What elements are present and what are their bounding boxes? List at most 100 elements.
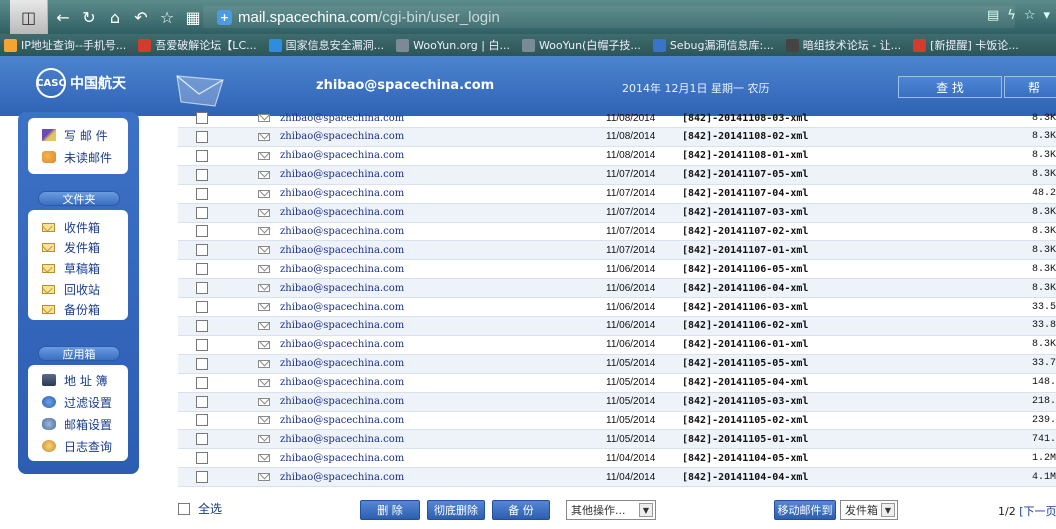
row-checkbox[interactable] <box>196 338 208 351</box>
apps-grid-icon[interactable]: ▦ <box>182 6 204 28</box>
row-checkbox[interactable] <box>196 149 208 162</box>
table-row[interactable]: zhibao@spacechina.com 11/05/2014 [842]-201… <box>178 374 1056 393</box>
bookmark-star-icon[interactable]: ☆ <box>1024 8 1036 23</box>
row-checkbox[interactable] <box>196 112 208 124</box>
table-row[interactable]: zhibao@spacechina.com 11/06/2014 [842]-201… <box>178 260 1056 280</box>
bookmark-item[interactable]: Sebug漏洞信息库:... <box>652 37 774 53</box>
row-from[interactable]: zhibao@spacechina.com <box>280 434 404 445</box>
other-ops-select[interactable]: 其他操作... ▼ <box>566 500 656 520</box>
search-button[interactable]: 查 找 <box>898 76 1002 98</box>
select-all[interactable]: 全选 <box>178 500 222 517</box>
table-row[interactable]: zhibao@spacechina.com 11/07/2014 [842]-201… <box>178 222 1056 242</box>
row-checkbox[interactable] <box>196 282 208 295</box>
table-row[interactable]: zhibao@spacechina.com 11/07/2014 [842]-201… <box>178 185 1056 204</box>
sidebar-item-unread[interactable]: 未读邮件 <box>42 148 112 166</box>
row-subject[interactable]: [842]-20141105-01-xml <box>682 434 808 445</box>
row-from[interactable]: zhibao@spacechina.com <box>280 188 404 199</box>
table-row[interactable]: zhibao@spacechina.com 11/06/2014 [842]-201… <box>178 298 1056 317</box>
row-checkbox[interactable] <box>196 414 208 427</box>
row-checkbox[interactable] <box>196 319 208 332</box>
sidebar-item-trash[interactable]: 回收站 <box>42 280 100 298</box>
lightning-icon[interactable]: ϟ <box>1007 8 1016 23</box>
row-from[interactable]: zhibao@spacechina.com <box>280 415 404 426</box>
bookmark-item[interactable]: WooYun(白帽子技... <box>521 37 641 53</box>
table-row[interactable]: zhibao@spacechina.com 11/05/2014 [842]-201… <box>178 430 1056 450</box>
row-subject[interactable]: [842]-20141106-01-xml <box>682 339 808 350</box>
row-subject[interactable]: [842]-20141108-02-xml <box>682 131 808 142</box>
address-bar[interactable]: + mail.spacechina.com /cgi-bin/user_logi… <box>203 6 1015 28</box>
table-row[interactable]: zhibao@spacechina.com 11/05/2014 [842]-201… <box>178 354 1056 374</box>
row-checkbox[interactable] <box>196 376 208 389</box>
table-row[interactable]: zhibao@spacechina.com 11/06/2014 [842]-201… <box>178 336 1056 355</box>
row-from[interactable]: zhibao@spacechina.com <box>280 396 404 407</box>
row-subject[interactable]: [842]-20141105-05-xml <box>682 358 808 369</box>
sidebar-item-address-book[interactable]: 地 址 簿 <box>42 371 108 389</box>
bookmark-item[interactable]: 国家信息安全漏洞... <box>268 37 384 53</box>
row-subject[interactable]: [842]-20141108-03-xml <box>682 113 808 124</box>
table-row[interactable]: zhibao@spacechina.com 11/08/2014 [842]-201… <box>178 147 1056 166</box>
reader-mode-icon[interactable]: ▤ <box>987 8 999 23</box>
row-subject[interactable]: [842]-20141107-04-xml <box>682 188 808 199</box>
row-subject[interactable]: [842]-20141107-03-xml <box>682 207 808 218</box>
row-checkbox[interactable] <box>196 225 208 238</box>
help-button[interactable]: 帮 <box>1004 76 1056 98</box>
row-from[interactable]: zhibao@spacechina.com <box>280 150 404 161</box>
table-row[interactable]: zhibao@spacechina.com 11/05/2014 [842]-201… <box>178 411 1056 431</box>
table-row[interactable]: zhibao@spacechina.com 11/07/2014 [842]-201… <box>178 165 1056 185</box>
undo-icon[interactable]: ↶ <box>130 6 152 28</box>
table-row[interactable]: zhibao@spacechina.com 11/05/2014 [842]-201… <box>178 392 1056 412</box>
row-subject[interactable]: [842]-20141105-02-xml <box>682 415 808 426</box>
table-row[interactable]: zhibao@spacechina.com 11/07/2014 [842]-201… <box>178 203 1056 223</box>
row-subject[interactable]: [842]-20141106-04-xml <box>682 283 808 294</box>
table-row[interactable]: zhibao@spacechina.com 11/08/2014 [842]-201… <box>178 109 1056 128</box>
row-checkbox[interactable] <box>196 395 208 408</box>
row-subject[interactable]: [842]-20141106-03-xml <box>682 302 808 313</box>
row-from[interactable]: zhibao@spacechina.com <box>280 113 404 124</box>
row-checkbox[interactable] <box>196 452 208 465</box>
row-from[interactable]: zhibao@spacechina.com <box>280 169 404 180</box>
sidebar-item-drafts[interactable]: 草稿箱 <box>42 259 100 277</box>
browser-logo-icon[interactable]: ◫ <box>10 0 48 34</box>
row-subject[interactable]: [842]-20141107-01-xml <box>682 245 808 256</box>
row-from[interactable]: zhibao@spacechina.com <box>280 472 404 483</box>
next-page-link[interactable]: [下一页 <box>1019 505 1056 518</box>
table-row[interactable]: zhibao@spacechina.com 11/07/2014 [842]-201… <box>178 241 1056 261</box>
row-from[interactable]: zhibao@spacechina.com <box>280 283 404 294</box>
sidebar-item-log[interactable]: 日志查询 <box>42 437 112 455</box>
row-subject[interactable]: [842]-20141107-02-xml <box>682 226 808 237</box>
row-from[interactable]: zhibao@spacechina.com <box>280 453 404 464</box>
row-checkbox[interactable] <box>196 206 208 219</box>
back-icon[interactable]: ← <box>52 6 74 28</box>
row-from[interactable]: zhibao@spacechina.com <box>280 339 404 350</box>
sidebar-item-compose[interactable]: 写 邮 件 <box>42 126 108 144</box>
home-icon[interactable]: ⌂ <box>104 6 126 28</box>
bookmark-item[interactable]: 吾爱破解论坛【LC... <box>138 37 257 53</box>
row-subject[interactable]: [842]-20141106-05-xml <box>682 264 808 275</box>
bookmark-item[interactable]: 暗组技术论坛 - 让... <box>785 37 901 53</box>
move-to-button[interactable]: 移动邮件到 <box>774 500 836 520</box>
row-from[interactable]: zhibao@spacechina.com <box>280 377 404 388</box>
table-row[interactable]: zhibao@spacechina.com 11/06/2014 [842]-201… <box>178 279 1056 299</box>
bookmark-item[interactable]: WooYun.org | 白... <box>396 37 510 53</box>
row-from[interactable]: zhibao@spacechina.com <box>280 226 404 237</box>
row-checkbox[interactable] <box>196 130 208 143</box>
row-from[interactable]: zhibao@spacechina.com <box>280 245 404 256</box>
purge-button[interactable]: 彻底删除 <box>427 500 485 520</box>
row-from[interactable]: zhibao@spacechina.com <box>280 358 404 369</box>
row-from[interactable]: zhibao@spacechina.com <box>280 320 404 331</box>
row-subject[interactable]: [842]-20141104-04-xml <box>682 472 808 483</box>
row-checkbox[interactable] <box>196 357 208 370</box>
row-checkbox[interactable] <box>196 244 208 257</box>
row-checkbox[interactable] <box>196 433 208 446</box>
table-row[interactable]: zhibao@spacechina.com 11/08/2014 [842]-201… <box>178 127 1056 147</box>
sidebar-item-filter[interactable]: 过滤设置 <box>42 393 112 411</box>
table-row[interactable]: zhibao@spacechina.com 11/04/2014 [842]-201… <box>178 468 1056 488</box>
sidebar-item-settings[interactable]: 邮箱设置 <box>42 415 112 433</box>
move-target-select[interactable]: 发件箱 ▼ <box>840 500 898 520</box>
row-from[interactable]: zhibao@spacechina.com <box>280 302 404 313</box>
delete-button[interactable]: 删 除 <box>360 500 420 520</box>
table-row[interactable]: zhibao@spacechina.com 11/04/2014 [842]-201… <box>178 449 1056 469</box>
sidebar-item-inbox[interactable]: 收件箱 <box>42 218 100 236</box>
row-from[interactable]: zhibao@spacechina.com <box>280 264 404 275</box>
row-subject[interactable]: [842]-20141108-01-xml <box>682 150 808 161</box>
